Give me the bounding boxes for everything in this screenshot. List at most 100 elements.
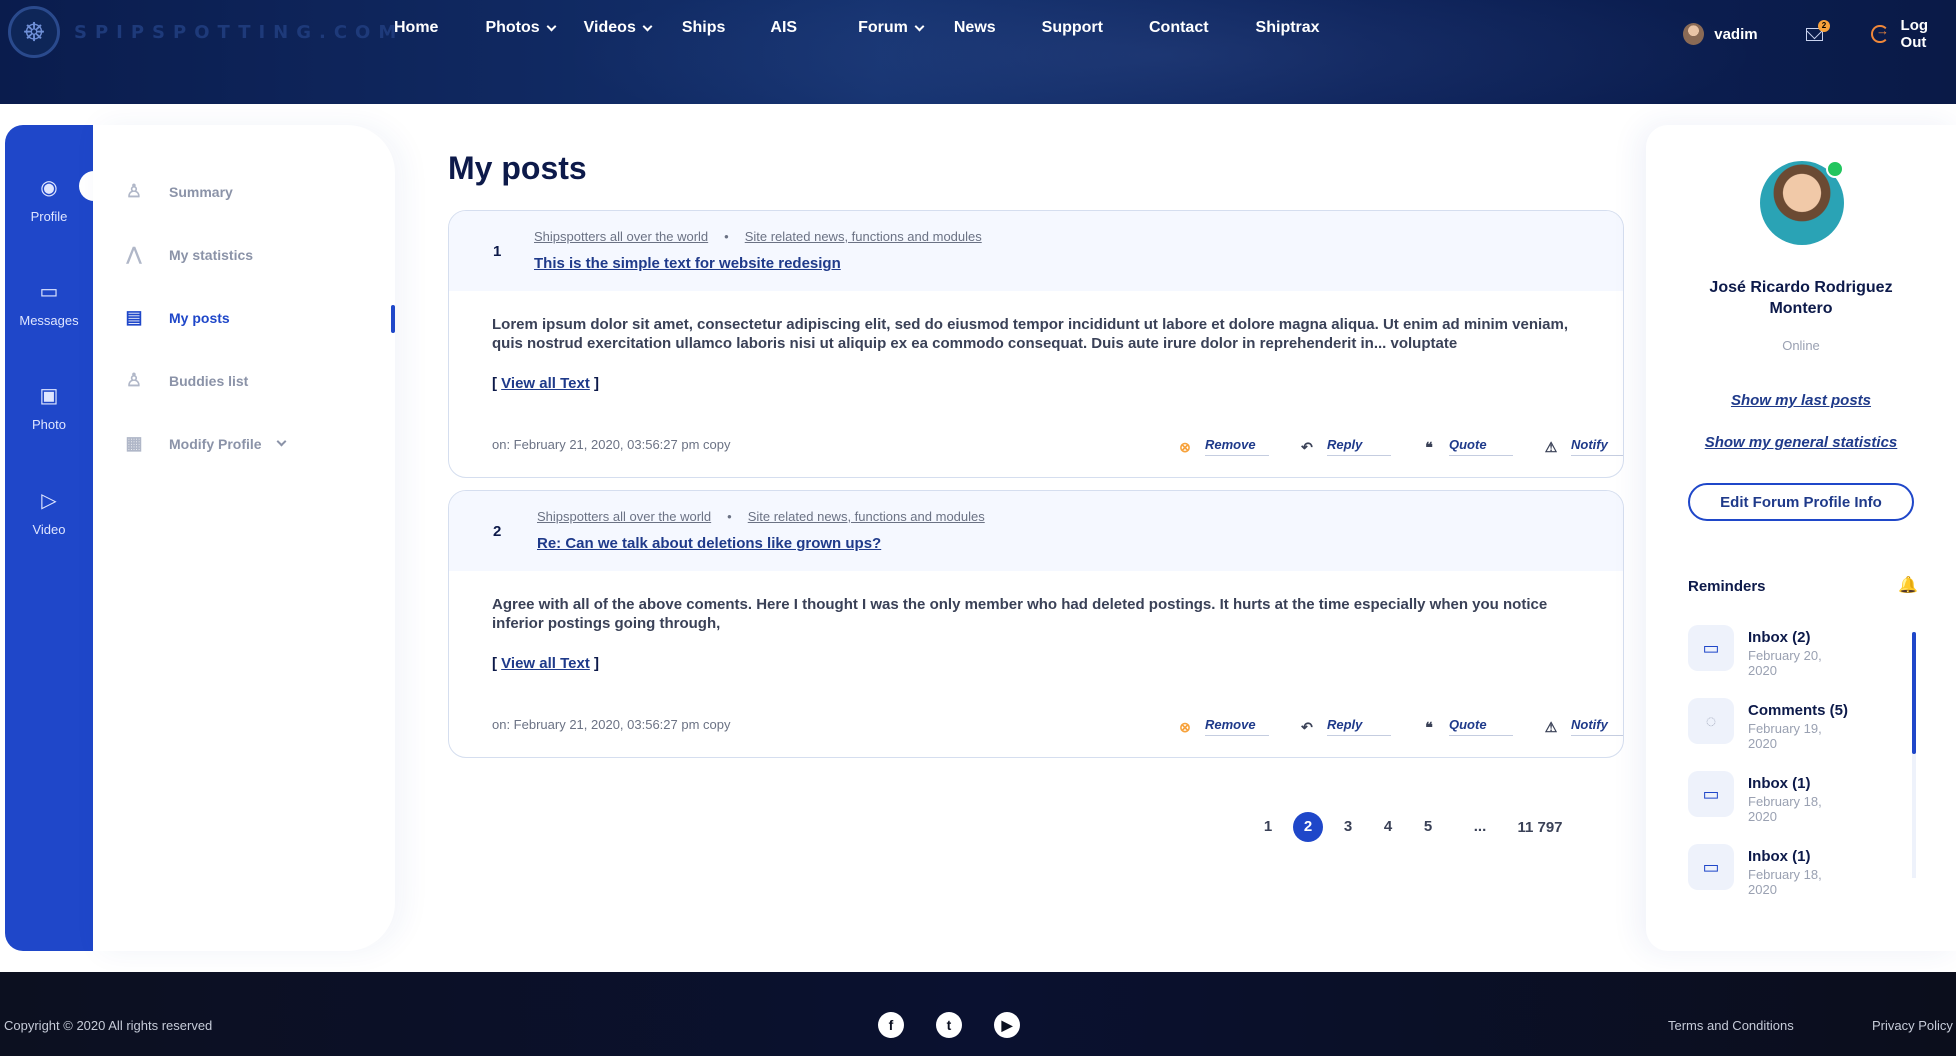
- bracket-close: ]: [589, 375, 599, 392]
- view-all-link[interactable]: View all Text: [501, 375, 590, 392]
- post-actions: ⊗ Remove ↶ Reply ❝ Quote ⚠ Notify: [1177, 437, 1623, 456]
- submenu-item-my-posts[interactable]: ▤ My posts: [123, 307, 229, 328]
- reminder-item[interactable]: ▭ Inbox (2) February 20, 2020: [1688, 625, 1918, 698]
- chat-icon: ▭: [1688, 625, 1734, 671]
- page-link[interactable]: 5: [1413, 812, 1443, 842]
- site-footer: Copyright © 2020 All rights reserved f t…: [0, 972, 1956, 1056]
- terms-link[interactable]: Terms and Conditions: [1668, 1018, 1794, 1033]
- page-link[interactable]: 4: [1373, 812, 1403, 842]
- quote-button[interactable]: ❝ Quote: [1421, 437, 1513, 456]
- bell-icon[interactable]: 🔔: [1898, 575, 1918, 595]
- page-link[interactable]: 1: [1253, 812, 1283, 842]
- crumb-forum-link[interactable]: Shipspotters all over the world: [534, 229, 708, 244]
- post-title-link[interactable]: This is the simple text for website rede…: [534, 255, 841, 272]
- nav-news[interactable]: News: [954, 17, 996, 39]
- quote-button[interactable]: ❝ Quote: [1421, 717, 1513, 736]
- user-avatar[interactable]: [1683, 23, 1705, 45]
- rail-item-label: Profile: [30, 209, 68, 224]
- mail-icon[interactable]: 2: [1805, 19, 1831, 41]
- submenu-item-buddies-list[interactable]: ♙ Buddies list: [123, 370, 248, 391]
- chevron-down-icon: [546, 21, 557, 31]
- post-date: on: February 21, 2020, 03:56:27 pm copy: [492, 437, 731, 452]
- submenu-item-modify-profile[interactable]: ▦ Modify Profile: [123, 433, 287, 454]
- profile-name: José Ricardo Rodriguez Montero: [1646, 277, 1956, 319]
- active-indicator: [391, 305, 395, 333]
- rail-item-video[interactable]: ▷ Video: [5, 490, 93, 537]
- notify-button[interactable]: ⚠ Notify: [1543, 717, 1623, 736]
- chevron-down-icon: [276, 436, 287, 447]
- submenu-item-label: My statistics: [169, 246, 254, 263]
- logout-link[interactable]: Log Out: [1901, 17, 1956, 51]
- reply-button[interactable]: ↶ Reply: [1299, 717, 1391, 736]
- reply-label: Reply: [1327, 717, 1391, 736]
- site-logo[interactable]: ☸ SPIPSPOTTING.COM: [8, 6, 404, 58]
- nav-photos[interactable]: Photos: [485, 17, 557, 39]
- post-card: 1 Shipspotters all over the world • Site…: [448, 210, 1624, 478]
- chart-icon: ⋀: [126, 244, 142, 264]
- image-icon: ▣: [39, 385, 59, 407]
- chevron-down-icon: [914, 21, 925, 31]
- view-all-link[interactable]: View all Text: [501, 655, 590, 672]
- nav-contact[interactable]: Contact: [1149, 17, 1209, 39]
- nav-ais[interactable]: AIS: [770, 17, 797, 39]
- reminders-scrollbar[interactable]: [1912, 632, 1916, 878]
- page-link[interactable]: 3: [1333, 812, 1363, 842]
- remove-button[interactable]: ⊗ Remove: [1177, 437, 1269, 456]
- nav-shiptrax[interactable]: Shiptrax: [1256, 17, 1320, 39]
- youtube-icon[interactable]: ▶: [994, 1012, 1020, 1038]
- user-name[interactable]: vadim: [1714, 26, 1757, 43]
- play-icon: ▷: [41, 490, 57, 512]
- scrollbar-thumb[interactable]: [1912, 632, 1916, 754]
- chat-icon: ▭: [1688, 844, 1734, 890]
- nav-videos[interactable]: Videos: [584, 17, 653, 39]
- nav-home[interactable]: Home: [394, 17, 438, 39]
- rail-item-messages[interactable]: ▭ Messages: [5, 281, 93, 328]
- crumb-board-link[interactable]: Site related news, functions and modules: [745, 229, 982, 244]
- page-link-last[interactable]: 11 797: [1515, 819, 1565, 836]
- twitter-icon[interactable]: t: [936, 1012, 962, 1038]
- nav-photos-label: Photos: [485, 19, 540, 36]
- remove-button[interactable]: ⊗ Remove: [1177, 717, 1269, 736]
- mail-badge: 2: [1818, 19, 1831, 32]
- comment-icon: ◌: [1688, 698, 1734, 744]
- facebook-icon[interactable]: f: [878, 1012, 904, 1038]
- crumb-board-link[interactable]: Site related news, functions and modules: [748, 509, 985, 524]
- reminder-item[interactable]: ◌ Comments (5) February 19, 2020: [1688, 698, 1918, 771]
- nav-contact-label: Contact: [1148, 19, 1209, 36]
- reminder-item[interactable]: ▭ Inbox (1) February 18, 2020: [1688, 771, 1918, 844]
- reminder-title: Comments (5): [1748, 702, 1849, 719]
- edit-profile-button[interactable]: Edit Forum Profile Info: [1688, 483, 1914, 521]
- crumb-forum-link[interactable]: Shipspotters all over the world: [537, 509, 711, 524]
- logo-text: SPIPSPOTTING.COM: [74, 21, 405, 43]
- user-icon: ♙: [125, 181, 143, 201]
- chat-icon: ▭: [39, 281, 59, 303]
- rail-item-label: Messages: [19, 313, 79, 328]
- reply-button[interactable]: ↶ Reply: [1299, 437, 1391, 456]
- reminder-title: Inbox (1): [1748, 775, 1811, 792]
- chevron-down-icon: [642, 21, 653, 31]
- page-link-current[interactable]: 2: [1293, 812, 1323, 842]
- rail-item-label: Video: [32, 522, 66, 537]
- nav-forum[interactable]: Forum: [858, 17, 925, 39]
- show-last-posts-link[interactable]: Show my last posts: [1646, 392, 1956, 409]
- post-title-link[interactable]: Re: Can we talk about deletions like gro…: [537, 535, 881, 552]
- submenu-item-summary[interactable]: ♙ Summary: [123, 181, 233, 202]
- bracket-open: [: [492, 375, 502, 392]
- notify-button[interactable]: ⚠ Notify: [1543, 437, 1623, 456]
- user-circle-icon: ◉: [40, 177, 58, 199]
- crumb-separator: •: [727, 509, 732, 524]
- rail-item-profile[interactable]: ◉ Profile: [5, 177, 93, 224]
- nav-home-label: Home: [394, 19, 439, 36]
- logout-icon[interactable]: [1871, 23, 1889, 43]
- profile-panel: José Ricardo Rodriguez Montero Online Sh…: [1646, 125, 1956, 951]
- reply-icon: ↶: [1301, 718, 1313, 735]
- view-all-text: [ View all Text ]: [492, 655, 599, 672]
- nav-ships[interactable]: Ships: [682, 17, 726, 39]
- submenu-item-my-statistics[interactable]: ⋀ My statistics: [123, 244, 253, 265]
- reminder-date: February 18, 2020: [1748, 867, 1822, 897]
- reminder-item[interactable]: ▭ Inbox (1) February 18, 2020: [1688, 844, 1918, 917]
- show-statistics-link[interactable]: Show my general statistics: [1646, 434, 1956, 451]
- rail-item-photo[interactable]: ▣ Photo: [5, 385, 93, 432]
- privacy-link[interactable]: Privacy Policy: [1872, 1018, 1953, 1033]
- nav-support[interactable]: Support: [1042, 17, 1103, 39]
